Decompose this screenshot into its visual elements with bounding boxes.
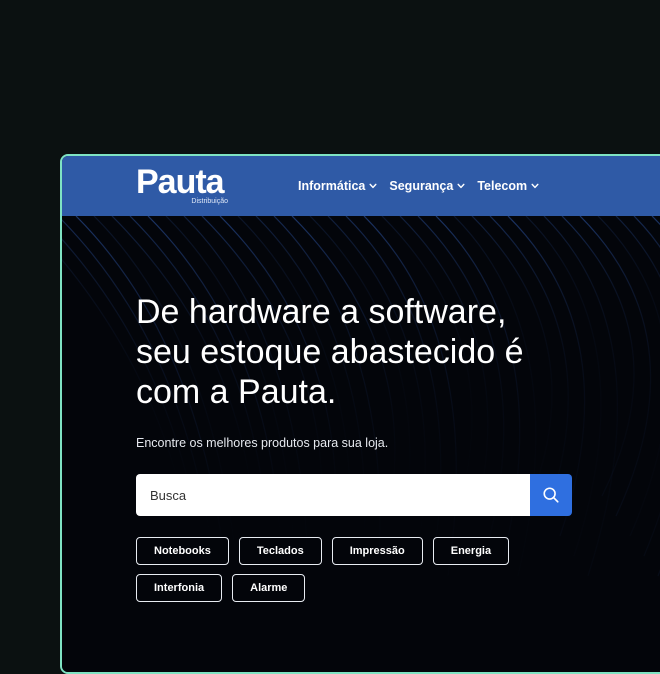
hero-headline: De hardware a software, seu estoque abas… xyxy=(136,292,606,412)
search-bar xyxy=(136,474,572,516)
nav-item-seguranca[interactable]: Segurança xyxy=(389,179,465,193)
search-icon xyxy=(543,487,559,503)
chip-teclados[interactable]: Teclados xyxy=(238,537,322,565)
nav-item-label: Informática xyxy=(298,179,366,193)
chip-interfonia[interactable]: Interfonia xyxy=(136,574,223,602)
hero-section: De hardware a software, seu estoque abas… xyxy=(62,216,660,672)
chevron-down-icon xyxy=(369,183,377,189)
search-button[interactable] xyxy=(530,474,572,516)
pauta-logo[interactable]: Pauta Distribuição xyxy=(136,164,228,206)
chip-row: Interfonia Alarme xyxy=(136,574,576,602)
chip-alarme[interactable]: Alarme xyxy=(232,574,306,602)
nav-item-informatica[interactable]: Informática xyxy=(298,179,377,193)
logo-wordmark: Pauta xyxy=(136,163,225,201)
chevron-down-icon xyxy=(457,183,465,189)
headline-line: com a Pauta. xyxy=(136,373,337,411)
chip-notebooks[interactable]: Notebooks xyxy=(136,537,229,565)
chevron-down-icon xyxy=(531,183,539,189)
nav-item-label: Telecom xyxy=(477,179,528,193)
search-input[interactable] xyxy=(136,474,530,516)
chip-row: Notebooks Teclados Impressão Energia xyxy=(136,537,576,565)
nav-item-telecom[interactable]: Telecom xyxy=(477,179,539,193)
top-navbar: Pauta Distribuição Informática Segurança… xyxy=(62,156,660,216)
nav-item-label: Segurança xyxy=(389,179,454,193)
category-chips: Notebooks Teclados Impressão Energia Int… xyxy=(136,537,576,611)
chip-impressao[interactable]: Impressão xyxy=(331,537,423,565)
chip-energia[interactable]: Energia xyxy=(432,537,510,565)
browser-window: Pauta Distribuição Informática Segurança… xyxy=(60,154,660,674)
headline-line: seu estoque abastecido é xyxy=(136,333,524,371)
headline-line: De hardware a software, xyxy=(136,293,507,331)
hero-subtitle: Encontre os melhores produtos para sua l… xyxy=(136,436,389,450)
logo-tagline: Distribuição xyxy=(191,198,228,205)
main-nav: Informática Segurança Telecom xyxy=(298,156,539,216)
